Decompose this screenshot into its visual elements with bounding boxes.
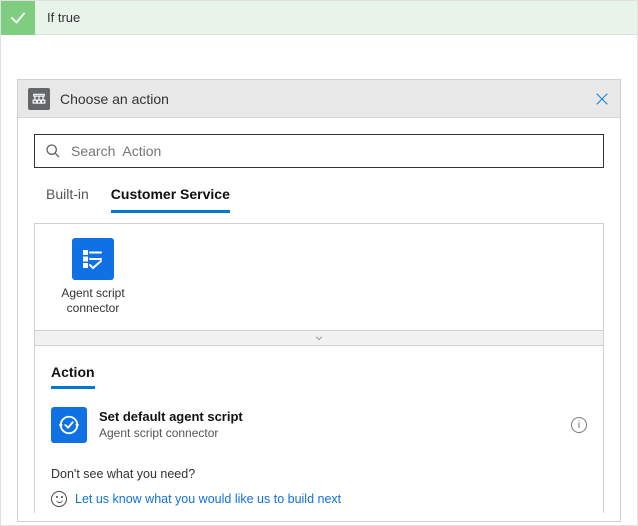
footer-prompt: Don't see what you need? — [51, 467, 587, 481]
condition-header: If true — [1, 1, 637, 35]
action-section-title: Action — [51, 364, 95, 389]
check-circle-icon — [51, 407, 87, 443]
feedback-link[interactable]: Let us know what you would like us to bu… — [75, 492, 341, 506]
action-list: Set default agent script Agent script co… — [34, 395, 604, 449]
search-input-wrapper[interactable] — [34, 134, 604, 168]
condition-label: If true — [35, 10, 80, 25]
panel-header: Choose an action — [18, 80, 620, 118]
list-check-icon — [72, 238, 114, 280]
expand-connectors-button[interactable] — [34, 330, 604, 346]
category-tabs: Built-in Customer Service — [34, 182, 604, 213]
search-input[interactable] — [69, 142, 593, 160]
action-text: Set default agent script Agent script co… — [99, 409, 571, 441]
connector-agent-script[interactable]: Agent script connector — [49, 238, 137, 316]
chevron-down-icon — [312, 333, 326, 343]
panel-title: Choose an action — [60, 91, 594, 107]
action-icon — [28, 88, 50, 110]
connector-label: Agent script connector — [49, 286, 137, 316]
connectors-list: Agent script connector — [34, 223, 604, 330]
tab-built-in[interactable]: Built-in — [46, 182, 89, 213]
footer: Don't see what you need? Let us know wha… — [34, 449, 604, 513]
action-title: Set default agent script — [99, 409, 571, 426]
action-set-default-agent-script[interactable]: Set default agent script Agent script co… — [51, 401, 587, 449]
smiley-icon — [51, 491, 67, 507]
check-icon — [1, 1, 35, 35]
close-button[interactable] — [594, 91, 610, 107]
info-icon[interactable]: i — [571, 417, 587, 433]
action-subtitle: Agent script connector — [99, 426, 571, 442]
choose-action-panel: Choose an action Built-in Customer Servi… — [17, 79, 621, 522]
tab-customer-service[interactable]: Customer Service — [111, 182, 230, 213]
search-icon — [45, 143, 61, 159]
action-section: Action — [34, 346, 604, 395]
